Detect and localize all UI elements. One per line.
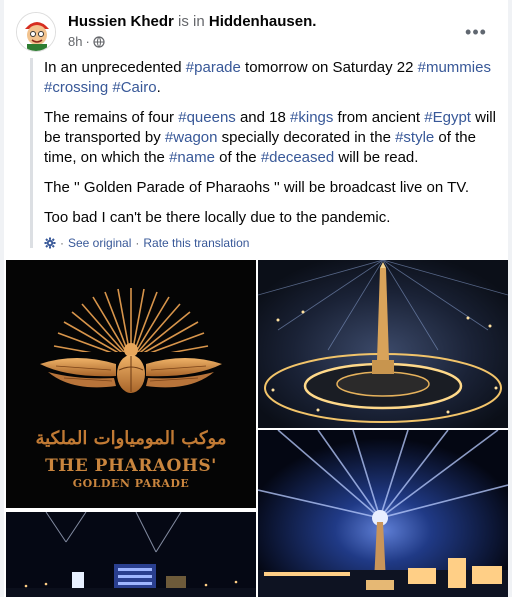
post-text-segment: tomorrow on Saturday 22	[240, 59, 418, 76]
post-text-segment: specially decorated in the	[217, 129, 396, 146]
translation-sep-2: ·	[135, 236, 140, 250]
photo-city-night[interactable]	[6, 512, 256, 597]
post-meta: 8h ·	[68, 34, 105, 49]
hashtag-link[interactable]: #mummies	[418, 59, 491, 76]
translate-gear-icon	[44, 237, 56, 249]
rate-translation-link[interactable]: Rate this translation	[143, 236, 249, 250]
post-paragraph-4: Too bad I can't be there locally due to …	[44, 208, 498, 228]
hashtag-link[interactable]: #style	[395, 129, 434, 146]
post-text-segment: The '' Golden Parade of Pharaohs '' will…	[44, 179, 470, 196]
post-text-segment: from ancient	[333, 109, 425, 126]
post-text: In an unprecedented #parade tomorrow on …	[30, 58, 498, 250]
logo-subtitle: GOLDEN PARADE	[72, 477, 190, 490]
obelisk-lights-image	[258, 430, 508, 597]
more-options-icon[interactable]: •••	[462, 18, 490, 46]
post-text-segment: Too bad I can't be there locally due to …	[44, 209, 391, 226]
logo-arabic-title: موكب المومياوات الملكية	[35, 428, 227, 449]
post-paragraph-3: The '' Golden Parade of Pharaohs '' will…	[44, 178, 498, 198]
photo-pharaohs-logo[interactable]: موكب المومياوات الملكية THE PHARAOHS' GO…	[6, 260, 256, 508]
post-text-segment: will be read.	[334, 149, 419, 166]
photo-obelisk-lights[interactable]	[258, 430, 508, 597]
post-paragraph-1: In an unprecedented #parade tomorrow on …	[44, 58, 498, 98]
hashtag-link[interactable]: #wagon	[165, 129, 218, 146]
post-text-segment: The remains of four	[44, 109, 179, 126]
photo-grid: موكب المومياوات الملكية THE PHARAOHS' GO…	[4, 260, 508, 597]
post-text-segment: of the	[214, 149, 261, 166]
hashtag-link[interactable]: #kings	[290, 109, 333, 126]
hashtag-link[interactable]: #crossing	[44, 79, 108, 96]
hashtag-link[interactable]: #Egypt	[424, 109, 471, 126]
avatar[interactable]	[16, 12, 56, 52]
post-text-segment: and 18	[235, 109, 291, 126]
photo-obelisk-aerial[interactable]	[258, 260, 508, 428]
post-text-segment: .	[156, 79, 161, 96]
see-original-link[interactable]: See original	[68, 236, 131, 250]
post-text-segment: In an unprecedented	[44, 59, 186, 76]
city-night-image	[6, 512, 256, 597]
hashtag-link[interactable]: #queens	[178, 109, 236, 126]
hashtag-link[interactable]: #name	[169, 149, 215, 166]
post-header: Hussien Khedr is in Hiddenhausen. 8h · •…	[16, 10, 496, 54]
author-name[interactable]: Hussien Khedr	[68, 13, 174, 30]
location-link[interactable]: Hiddenhausen.	[209, 13, 317, 30]
avatar-image	[17, 13, 55, 51]
post-card: Hussien Khedr is in Hiddenhausen. 8h · •…	[4, 0, 508, 597]
hashtag-link[interactable]: #Cairo	[112, 79, 156, 96]
logo-title: THE PHARAOHS'	[45, 456, 217, 476]
winged-scarab-logo	[40, 288, 222, 412]
meta-separator: ·	[85, 34, 90, 49]
hashtag-link[interactable]: #parade	[186, 59, 241, 76]
translation-sep-1: ·	[60, 236, 64, 250]
translation-bar: · See original · Rate this translation	[44, 236, 498, 250]
post-paragraph-2: The remains of four #queens and 18 #king…	[44, 108, 498, 168]
globe-icon	[93, 35, 105, 48]
post-time[interactable]: 8h	[68, 34, 82, 49]
is-in-text: is in	[178, 13, 205, 30]
hashtag-link[interactable]: #deceased	[261, 149, 334, 166]
obelisk-aerial-image	[258, 260, 508, 428]
author-line: Hussien Khedr is in Hiddenhausen.	[68, 13, 316, 30]
